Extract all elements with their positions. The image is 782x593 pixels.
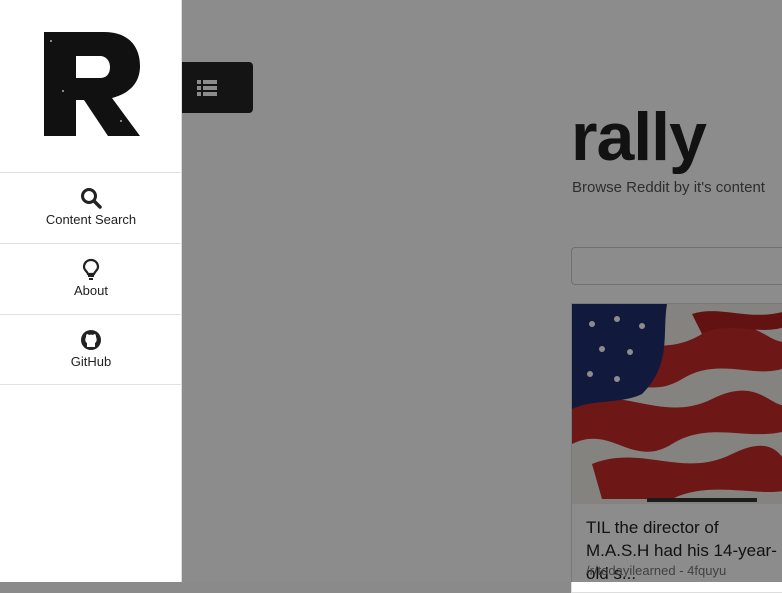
sidebar-item-github[interactable]: GitHub <box>0 314 182 385</box>
search-icon <box>81 188 102 209</box>
sidebar-item-label: Content Search <box>45 212 137 227</box>
sidebar: Content Search About GitHub <box>0 0 182 582</box>
sidebar-item-label: About <box>74 283 108 298</box>
sidebar-item-about[interactable]: About <box>0 243 182 314</box>
logo <box>44 32 140 136</box>
sidebar-item-label: GitHub <box>70 354 112 369</box>
github-icon <box>81 330 101 350</box>
sidebar-item-content-search[interactable]: Content Search <box>0 172 182 243</box>
lightbulb-icon <box>82 258 100 280</box>
